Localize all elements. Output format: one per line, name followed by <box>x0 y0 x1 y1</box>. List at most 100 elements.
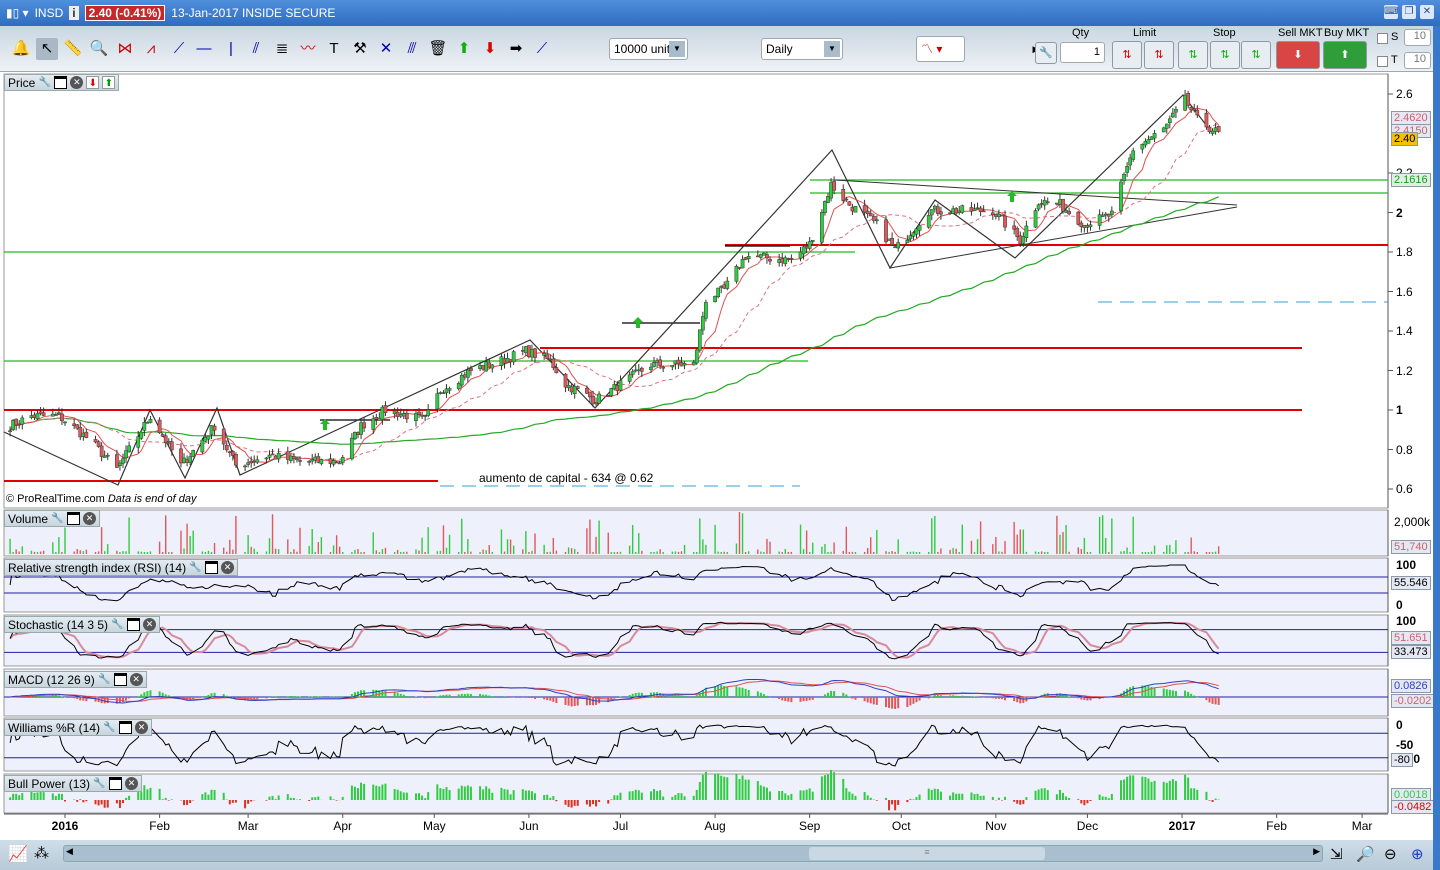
candle <box>96 441 101 447</box>
move-down-icon[interactable]: ⬇ <box>86 76 100 89</box>
month-label: Apr <box>333 819 353 833</box>
window-icon[interactable] <box>113 673 127 686</box>
candle <box>1018 235 1023 245</box>
candle <box>1058 199 1062 205</box>
candle <box>292 456 296 460</box>
candle <box>1183 94 1187 111</box>
month-label: Sep <box>799 819 821 833</box>
indicator-tick: 0 <box>1396 718 1403 732</box>
candle <box>185 459 189 463</box>
candle <box>145 422 150 424</box>
candle <box>469 368 473 371</box>
williams-tag: -80 <box>1391 753 1413 767</box>
wrench-icon[interactable]: 🔧 <box>189 561 202 574</box>
window-icon[interactable] <box>205 561 219 574</box>
candle <box>307 461 312 463</box>
bull-power-panel-header: Bull Power (13) 🔧 ✕ <box>4 775 143 792</box>
candle <box>639 367 644 372</box>
month-label: Dec <box>1076 819 1099 833</box>
wrench-icon[interactable]: 🔧 <box>103 721 116 734</box>
close-icon[interactable]: ✕ <box>125 777 139 790</box>
candle <box>295 458 299 461</box>
window-icon[interactable] <box>54 76 68 89</box>
candle <box>102 455 107 458</box>
panel-title: MACD (12 26 9) <box>8 672 95 687</box>
candle <box>1003 215 1007 228</box>
wrench-icon[interactable]: 🔧 <box>93 777 106 790</box>
wrench-icon[interactable]: 🔧 <box>98 673 111 686</box>
candle <box>588 391 592 398</box>
close-icon[interactable]: ✕ <box>143 618 157 631</box>
wrench-icon[interactable]: 🔧 <box>51 512 64 525</box>
month-label: Feb <box>1266 819 1287 833</box>
window-icon[interactable] <box>127 618 141 631</box>
candle <box>847 201 852 206</box>
close-icon[interactable]: ✕ <box>70 76 84 89</box>
candle <box>75 424 80 429</box>
wrench-icon[interactable]: 🔧 <box>38 76 51 89</box>
candle <box>1085 225 1090 228</box>
candle <box>438 392 443 394</box>
month-label: Jul <box>612 819 629 833</box>
candle <box>1036 204 1041 210</box>
candle <box>8 430 12 432</box>
candle <box>994 214 998 217</box>
candle <box>661 366 666 369</box>
candle <box>35 413 40 420</box>
candle <box>826 195 830 203</box>
candle <box>734 265 739 282</box>
indicator-tick: 100 <box>1396 558 1417 572</box>
candle <box>658 359 662 366</box>
candle <box>380 406 385 420</box>
candle <box>566 385 571 389</box>
candle <box>939 211 943 215</box>
line-level-tag: 2.1616 <box>1391 173 1431 187</box>
candle <box>285 451 290 460</box>
candle <box>252 461 257 463</box>
candle <box>200 439 205 453</box>
candle <box>57 412 61 415</box>
candle <box>908 235 913 240</box>
candle <box>169 441 174 451</box>
candle <box>810 240 815 242</box>
close-icon[interactable]: ✕ <box>135 721 149 734</box>
close-icon[interactable]: ✕ <box>83 512 97 525</box>
candle <box>1106 213 1111 217</box>
candle <box>264 457 269 460</box>
candle <box>417 411 421 415</box>
window-icon[interactable] <box>119 721 133 734</box>
candle <box>1189 107 1194 111</box>
candle <box>139 431 144 439</box>
move-up-icon[interactable]: ⬆ <box>102 76 116 89</box>
close-icon[interactable]: ✕ <box>129 673 143 686</box>
candle <box>563 373 568 388</box>
last-price-tag: 2.40 <box>1391 132 1419 146</box>
chart-canvas[interactable] <box>0 0 1440 870</box>
wrench-icon[interactable]: 🔧 <box>111 618 124 631</box>
candle <box>72 423 77 426</box>
candle <box>331 460 336 465</box>
candle <box>157 419 162 433</box>
candle <box>990 212 995 216</box>
candle <box>737 267 742 269</box>
candle <box>890 237 894 245</box>
candle <box>1119 181 1123 211</box>
candle <box>273 455 278 460</box>
candle <box>209 425 214 435</box>
candle <box>972 208 977 211</box>
candle <box>353 431 357 440</box>
window-icon[interactable] <box>67 512 81 525</box>
candle <box>1204 112 1209 128</box>
candle <box>99 445 104 457</box>
candle <box>163 435 168 443</box>
candle <box>481 364 485 370</box>
candle <box>487 362 492 368</box>
candle <box>585 387 589 394</box>
candle <box>1067 211 1071 215</box>
rsi-tag: 55.546 <box>1391 576 1431 590</box>
candle <box>224 444 229 451</box>
window-icon[interactable] <box>109 777 123 790</box>
close-icon[interactable]: ✕ <box>221 561 235 574</box>
candle <box>905 239 910 244</box>
candle <box>398 413 403 417</box>
